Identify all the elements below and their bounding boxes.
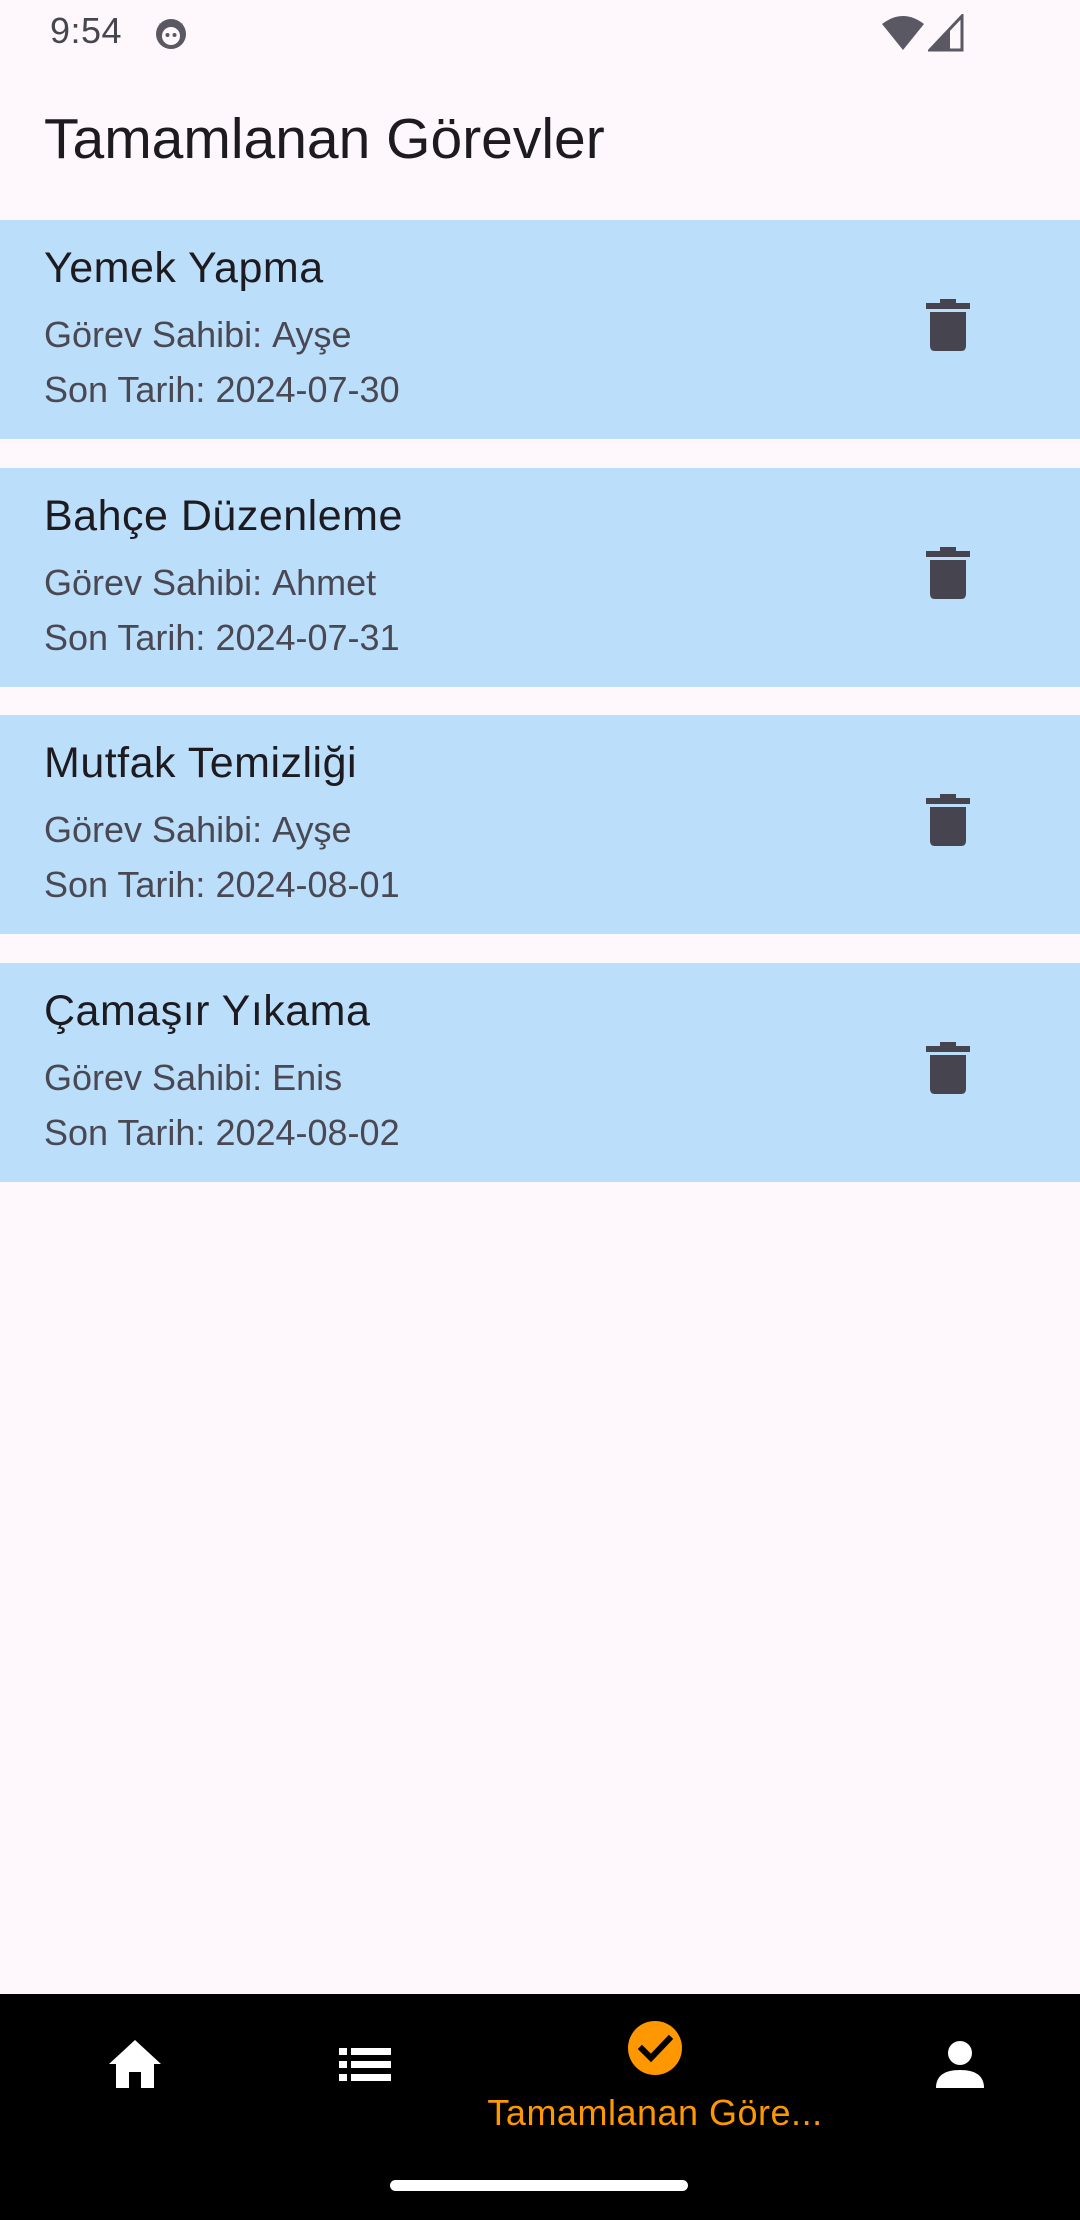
completed-tasks-screen: 9:54 Tamamlanan Görevler Yemek Yapma Gör… [0, 0, 1080, 2220]
wifi-icon [882, 16, 924, 50]
delete-button[interactable] [898, 275, 998, 375]
trash-icon [926, 794, 970, 846]
task-owner-label: Görev Sahibi: [44, 314, 263, 355]
person-icon [936, 2041, 984, 2088]
nav-item-completed-tasks[interactable]: Tamamlanan Göre... [487, 1994, 822, 2164]
gesture-navigation-handle[interactable] [390, 2180, 688, 2191]
task-date-value: 2024-08-02 [215, 1112, 400, 1153]
task-title: Yemek Yapma [44, 244, 324, 292]
task-date-value: 2024-08-01 [215, 864, 400, 905]
task-owner: Görev Sahibi: Ayşe [44, 809, 352, 851]
bottom-navigation-bar: Tamamlanan Göre... [0, 1994, 1080, 2220]
task-date-label: Son Tarih: [44, 369, 206, 410]
nav-label-completed-tasks: Tamamlanan Göre... [487, 2092, 823, 2133]
task-card[interactable]: Çamaşır Yıkama Görev Sahibi: Enis Son Tar… [0, 963, 1080, 1182]
list-icon [339, 2048, 391, 2081]
trash-icon [926, 547, 970, 599]
task-owner-label: Görev Sahibi: [44, 1057, 263, 1098]
trash-icon [926, 299, 970, 351]
delete-button[interactable] [898, 770, 998, 870]
task-title: Çamaşır Yıkama [44, 987, 371, 1035]
task-title: Mutfak Temizliği [44, 739, 358, 787]
task-due-date: Son Tarih: 2024-07-30 [44, 369, 400, 411]
task-owner: Görev Sahibi: Enis [44, 1057, 342, 1099]
app-bar: Tamamlanan Görevler [0, 66, 1080, 220]
task-card[interactable]: Mutfak Temizliği Görev Sahibi: Ayşe Son T… [0, 715, 1080, 934]
task-date-label: Son Tarih: [44, 1112, 206, 1153]
status-bar: 9:54 [0, 0, 1080, 66]
task-date-value: 2024-07-31 [215, 617, 400, 658]
task-owner-label: Görev Sahibi: [44, 562, 263, 603]
home-icon [109, 2040, 161, 2088]
nav-item-task-list[interactable] [230, 1994, 500, 2164]
task-owner-label: Görev Sahibi: [44, 809, 263, 850]
cell-signal-icon [928, 14, 964, 52]
task-owner-value: Ahmet [272, 562, 377, 603]
task-owner-value: Ayşe [272, 809, 352, 850]
task-owner: Görev Sahibi: Ayşe [44, 314, 352, 356]
task-date-label: Son Tarih: [44, 617, 206, 658]
task-due-date: Son Tarih: 2024-07-31 [44, 617, 400, 659]
task-owner-value: Ayşe [272, 314, 352, 355]
check-circle-icon [628, 2021, 682, 2075]
task-owner: Görev Sahibi: Ahmet [44, 562, 376, 604]
task-due-date: Son Tarih: 2024-08-02 [44, 1112, 400, 1154]
trash-icon [926, 1042, 970, 1094]
task-due-date: Son Tarih: 2024-08-01 [44, 864, 400, 906]
task-date-value: 2024-07-30 [215, 369, 400, 410]
delete-button[interactable] [898, 1018, 998, 1118]
status-time: 9:54 [50, 10, 123, 51]
task-card[interactable]: Yemek Yapma Görev Sahibi: Ayşe Son Tarih:… [0, 220, 1080, 439]
nav-item-profile[interactable] [825, 1994, 1080, 2164]
page-title: Tamamlanan Görevler [44, 107, 605, 171]
task-card[interactable]: Bahçe Düzenleme Görev Sahibi: Ahmet Son T… [0, 468, 1080, 687]
task-date-label: Son Tarih: [44, 864, 206, 905]
task-owner-value: Enis [272, 1057, 343, 1098]
task-title: Bahçe Düzenleme [44, 492, 403, 540]
app-notification-icon [156, 19, 186, 49]
delete-button[interactable] [898, 523, 998, 623]
